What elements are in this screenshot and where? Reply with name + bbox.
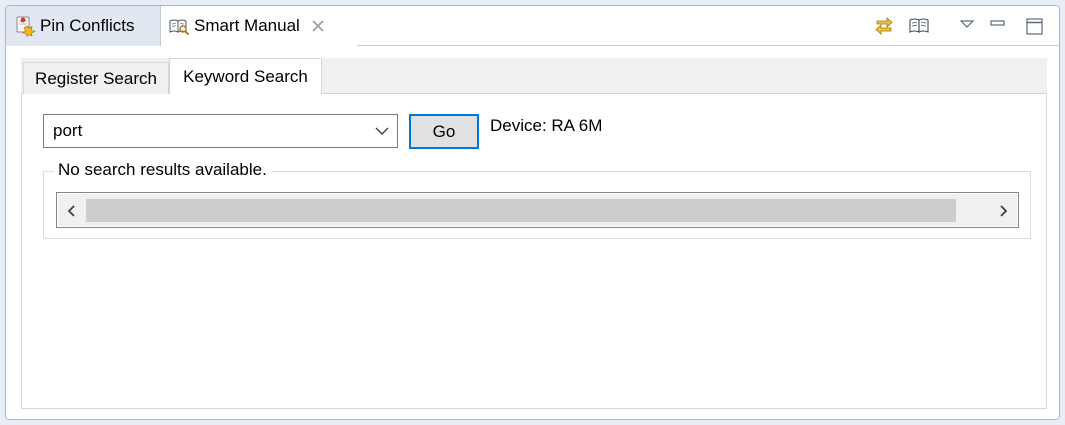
keyword-search-panel: Go Device: RA 6M No search results avail… (21, 94, 1047, 409)
results-table[interactable] (56, 192, 1019, 228)
results-status-text: No search results available. (54, 160, 271, 180)
search-results-group: No search results available. (43, 160, 1031, 239)
tab-smart-manual[interactable]: Smart Manual (161, 6, 357, 46)
sync-icon[interactable] (870, 12, 898, 40)
chevron-down-icon[interactable] (367, 115, 397, 147)
tab-register-search[interactable]: Register Search (23, 62, 169, 95)
scroll-right-icon[interactable] (989, 194, 1017, 226)
minimize-icon[interactable] (984, 12, 1012, 40)
view-tab-bar: Pin Conflicts Smart Manual (6, 6, 1059, 46)
view-menu-icon[interactable] (954, 12, 982, 40)
tab-keyword-search[interactable]: Keyword Search (169, 58, 322, 95)
search-notebook: Register Search Keyword Search Go Device… (21, 58, 1047, 409)
manual-book-icon[interactable] (906, 12, 934, 40)
maximize-icon[interactable] (1021, 12, 1049, 40)
smart-manual-view: Pin Conflicts Smart Manual Register Sear… (5, 5, 1060, 420)
tab-register-search-label: Register Search (35, 69, 157, 88)
scroll-left-icon[interactable] (58, 194, 86, 226)
tab-pin-conflicts[interactable]: Pin Conflicts (6, 6, 161, 46)
smart-manual-icon (168, 15, 190, 37)
keyword-input[interactable] (44, 115, 364, 147)
go-button[interactable]: Go (409, 114, 479, 149)
tab-pin-conflicts-label: Pin Conflicts (40, 16, 135, 35)
notebook-tab-strip: Register Search Keyword Search (21, 58, 1047, 95)
close-icon[interactable] (311, 19, 325, 33)
pin-conflicts-icon (14, 15, 36, 37)
keyword-combo[interactable] (43, 114, 398, 148)
tab-keyword-search-label: Keyword Search (183, 66, 308, 86)
device-label: Device: RA 6M (490, 116, 603, 135)
tab-smart-manual-label: Smart Manual (194, 16, 300, 35)
scrollbar-thumb[interactable] (86, 199, 956, 222)
horizontal-scrollbar[interactable] (58, 194, 1017, 226)
